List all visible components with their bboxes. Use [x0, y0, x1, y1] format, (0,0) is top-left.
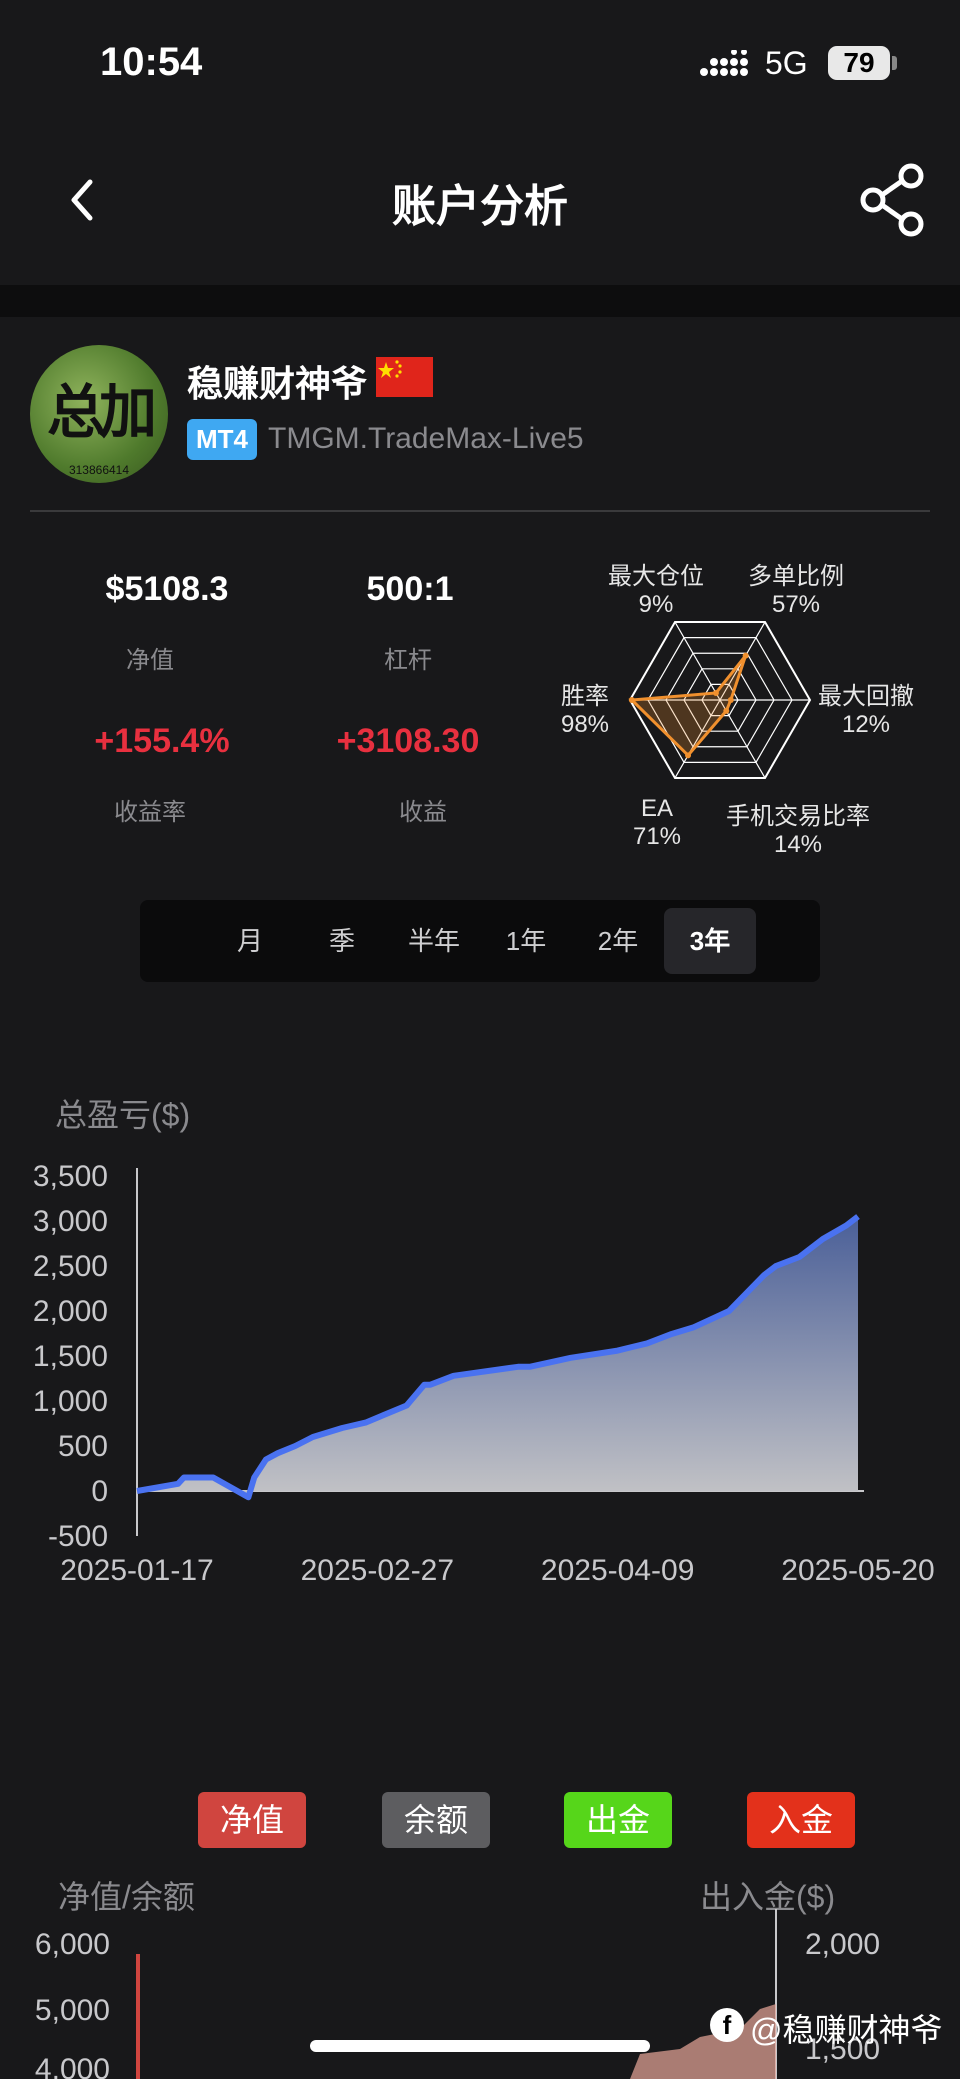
- pnl-chart: 3,5003,0002,5002,0001,5001,0005000-50020…: [33, 1160, 935, 1587]
- facebook-icon: f: [710, 2008, 744, 2042]
- network-label: 5G: [765, 45, 808, 81]
- watermark: @稳赚财神爷: [750, 2012, 943, 2048]
- server-name: TMGM.TradeMax-Live5: [268, 422, 584, 455]
- status-bar: 10:54 5G 79: [0, 0, 960, 120]
- x-tick-label: 2025-02-27: [301, 1554, 454, 1587]
- y-tick-label: -500: [48, 1520, 108, 1553]
- y-tick-label: 1,000: [33, 1385, 108, 1418]
- left-tick-label: 6,000: [35, 1928, 110, 1961]
- legend-equity-button[interactable]: 净值: [198, 1792, 306, 1848]
- period-tab-1[interactable]: 季: [296, 900, 388, 982]
- radar-point: [742, 652, 749, 659]
- pnl-area: [137, 1216, 858, 1498]
- section-divider: [0, 285, 960, 317]
- radar-spoke: [674, 621, 721, 701]
- equity-balance-chart: 6,0005,0004,0002,0001,500: [35, 1909, 880, 2079]
- x-tick-label: 2025-01-17: [60, 1554, 213, 1587]
- legend-withdraw-button[interactable]: 出金: [564, 1792, 672, 1848]
- period-tabs: 月季半年 1年 2年 3年: [140, 900, 820, 982]
- page-title: 账户分析: [392, 182, 568, 231]
- legend-deposit-button[interactable]: 入金: [747, 1792, 855, 1848]
- china-flag-icon: [376, 357, 433, 397]
- radar-point: [727, 697, 734, 703]
- y-tick-label: 0: [91, 1475, 108, 1508]
- period-tab-0[interactable]: 月: [204, 900, 296, 982]
- radar-axis-label: 手机交易比率: [726, 803, 870, 830]
- avatar-text: 总加: [46, 378, 157, 446]
- radar-axis-label: 多单比例: [748, 563, 844, 590]
- radar-point: [723, 707, 730, 714]
- radar-label-2: 最大回撤 12%: [786, 676, 946, 739]
- period-tab-4[interactable]: 2年: [572, 900, 664, 982]
- platform-badge: MT4: [187, 419, 257, 460]
- user-name: 稳赚财神爷: [187, 363, 368, 404]
- share-icon[interactable]: [855, 160, 935, 240]
- signal-icon: [700, 50, 748, 76]
- radar-axis-value: 71%: [632, 823, 682, 850]
- radar-axis-value: 98%: [560, 711, 610, 738]
- profit-value: +3108.30: [336, 722, 480, 760]
- equity-value: $5108.3: [105, 570, 229, 608]
- radar-axis-label: EA: [640, 795, 673, 822]
- profile-divider: [30, 510, 930, 512]
- battery-tip: [892, 56, 897, 70]
- battery-icon: 79: [828, 46, 890, 80]
- radar-label-3: 手机交易比率 14%: [718, 796, 878, 859]
- left-tick-label: 5,000: [35, 1994, 110, 2027]
- x-tick-label: 2025-04-09: [541, 1554, 694, 1587]
- period-tab-3[interactable]: 1年: [480, 900, 572, 982]
- x-tick-label: 2025-05-20: [781, 1554, 934, 1587]
- y-tick-label: 2,500: [33, 1250, 108, 1283]
- y-tick-label: 3,000: [33, 1205, 108, 1238]
- radar-axis-label: 最大仓位: [608, 563, 704, 590]
- radar-axis-label: 最大回撤: [818, 683, 914, 710]
- y-tick-label: 500: [58, 1430, 108, 1463]
- radar-axis-value: 14%: [773, 831, 823, 858]
- return-rate-value: +155.4%: [94, 722, 230, 760]
- period-tab-2[interactable]: 半年: [388, 900, 480, 982]
- radar-axis-value: 12%: [841, 711, 891, 738]
- radar-label-0: 最大仓位 9%: [576, 556, 736, 619]
- y-tick-label: 1,500: [33, 1340, 108, 1373]
- left-tick-label: 4,000: [35, 2053, 110, 2079]
- leverage-label: 杠杆: [384, 647, 432, 674]
- back-chevron-icon[interactable]: [60, 170, 110, 230]
- return-rate-label: 收益率: [114, 799, 186, 826]
- radar-axis-value: 57%: [771, 591, 821, 618]
- radar-point: [685, 752, 692, 759]
- home-indicator[interactable]: [310, 2040, 650, 2052]
- chart-title: 总盈亏($): [55, 1097, 191, 1133]
- y-tick-label: 2,000: [33, 1295, 108, 1328]
- radar-label-1: 多单比例 57%: [716, 556, 876, 619]
- status-time: 10:54: [100, 40, 203, 84]
- legend-balance-button[interactable]: 余额: [382, 1792, 490, 1848]
- period-tab-5[interactable]: 3年: [664, 908, 756, 974]
- profit-label: 收益: [399, 799, 447, 826]
- avatar[interactable]: 总加 313866414: [30, 345, 168, 483]
- radar-axis-value: 9%: [638, 591, 674, 618]
- radar-label-4: EA 71%: [577, 795, 737, 851]
- radar-point: [712, 689, 719, 696]
- radar-axis-label: 胜率: [561, 683, 609, 710]
- leverage-value: 500:1: [366, 570, 454, 608]
- equity-label: 净值: [126, 647, 174, 674]
- y-tick-label: 3,500: [33, 1160, 108, 1193]
- right-tick-label: 2,000: [805, 1928, 880, 1961]
- avatar-id: 313866414: [68, 463, 130, 477]
- radar-label-5: 胜率 98%: [505, 676, 665, 739]
